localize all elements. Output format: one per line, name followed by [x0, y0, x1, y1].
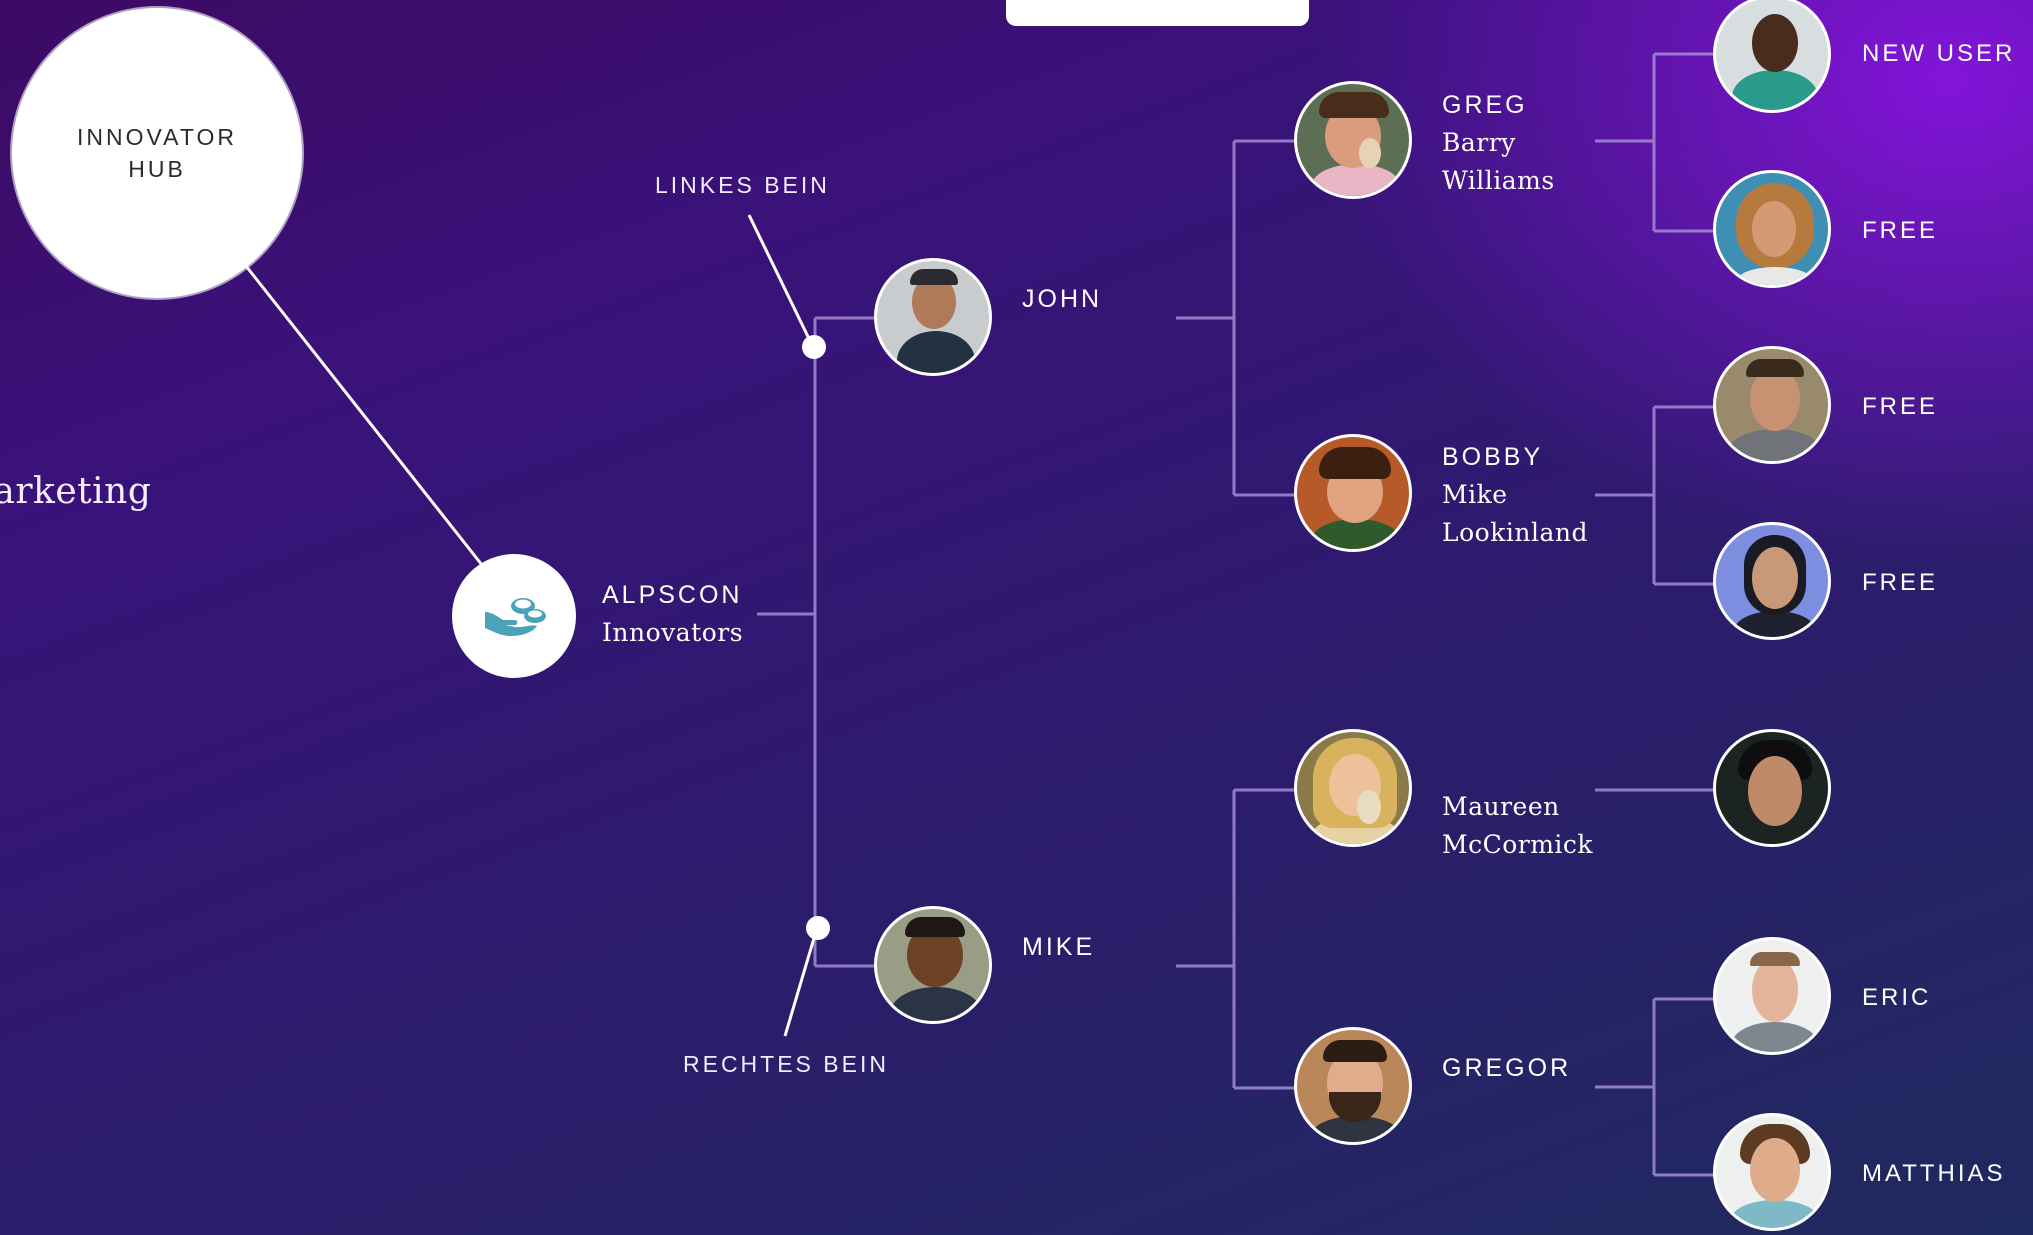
root-node[interactable] [452, 554, 576, 678]
name-gregor-title: GREGOR [1442, 1054, 1572, 1082]
name-gregor: GREGOR [1442, 1049, 1571, 1087]
name-bobby-sub1: Mike [1442, 480, 1508, 509]
avatar-free-1[interactable] [1713, 170, 1831, 288]
avatar-gregor[interactable] [1294, 1027, 1412, 1145]
left-leg-label: LINKES BEIN [655, 172, 830, 198]
avatar-matthias[interactable] [1713, 1113, 1831, 1231]
label-matthias: MATTHIAS [1862, 1160, 2006, 1187]
name-greg-title: GREG [1442, 91, 1528, 119]
avatar-bobby[interactable] [1294, 434, 1412, 552]
avatar-free-2[interactable] [1713, 346, 1831, 464]
label-free-2: FREE [1862, 393, 1939, 420]
name-greg-sub1: Barry [1442, 128, 1516, 157]
label-eric: ERIC [1862, 984, 1932, 1011]
hand-coins-icon [485, 598, 546, 636]
name-maureen-sub2: McCormick [1442, 830, 1594, 859]
hub-label: INNOVATOR HUB [77, 124, 237, 182]
name-maureen-sub1: Maureen [1442, 792, 1560, 821]
avatar-new-user[interactable] [1713, 0, 1831, 113]
name-greg: GREG Barry Williams [1442, 86, 1555, 200]
label-free-3: FREE [1862, 569, 1939, 596]
avatar-maureen[interactable] [1294, 729, 1412, 847]
name-mike: MIKE [1022, 933, 1096, 961]
label-new-user: NEW USER [1862, 40, 2016, 67]
name-maureen: Maureen McCormick [1442, 788, 1593, 864]
side-text: Marketing [0, 471, 152, 512]
label-free-1: FREE [1862, 217, 1939, 244]
name-bobby: BOBBY Mike Lookinland [1442, 438, 1588, 552]
root-name-title: ALPSCON [602, 581, 743, 609]
avatar-greg[interactable] [1294, 81, 1412, 199]
avatar-john[interactable] [874, 258, 992, 376]
right-leg-label: RECHTES BEIN [683, 1051, 889, 1077]
root-name-sub: Innovators [602, 618, 744, 647]
avatar-eric[interactable] [1713, 937, 1831, 1055]
avatar-mike[interactable] [874, 906, 992, 1024]
name-bobby-title: BOBBY [1442, 443, 1544, 471]
name-john: JOHN [1022, 285, 1103, 313]
avatar-free-3[interactable] [1713, 522, 1831, 640]
name-bobby-sub2: Lookinland [1442, 518, 1588, 547]
root-name: ALPSCON Innovators [602, 576, 743, 652]
right-leg-dot[interactable] [806, 916, 830, 940]
innovator-hub-node[interactable]: INNOVATOR HUB [12, 8, 302, 298]
avatar-unnamed[interactable] [1713, 729, 1831, 847]
left-leg-dot[interactable] [802, 335, 826, 359]
top-bar[interactable] [1006, 0, 1309, 26]
name-greg-sub2: Williams [1442, 166, 1555, 195]
